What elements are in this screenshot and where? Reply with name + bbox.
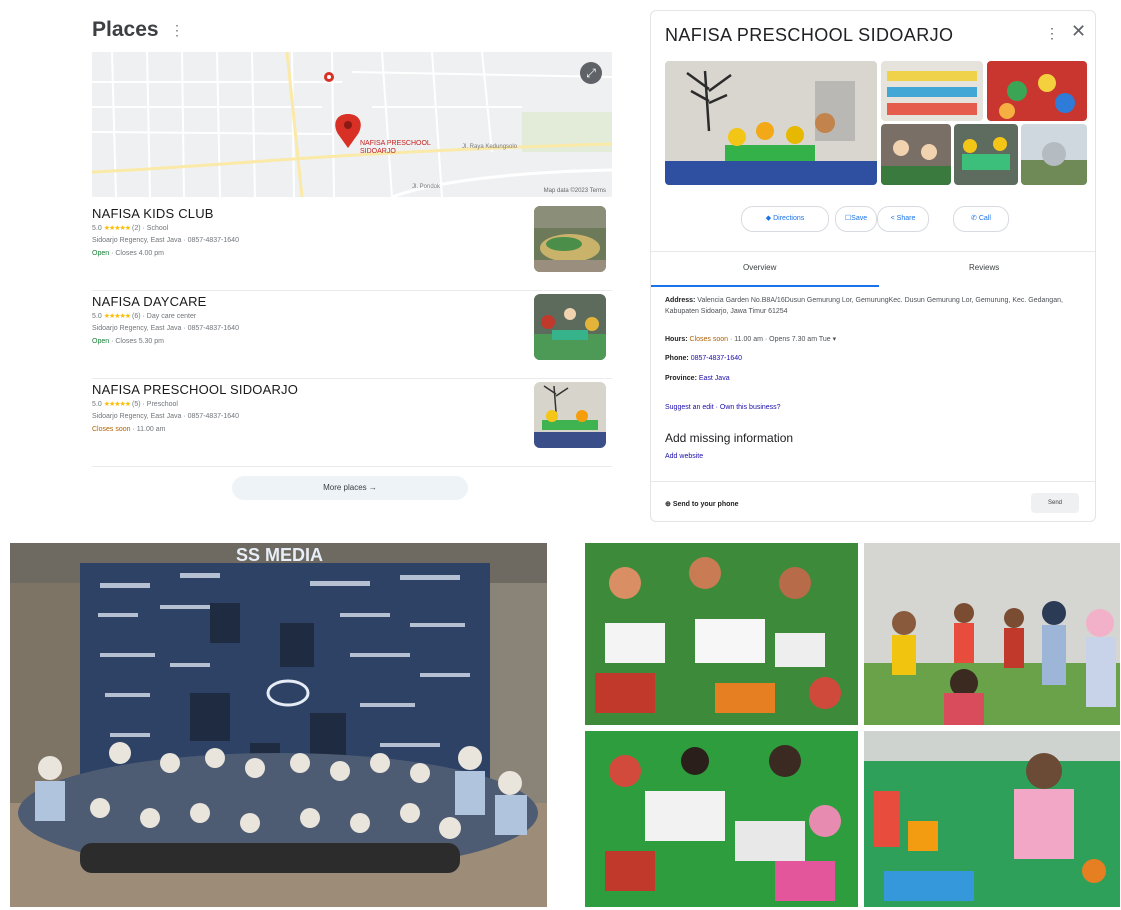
rating-stars: ★★★★★ <box>103 313 131 320</box>
place-name[interactable]: NAFISA DAYCARE <box>92 294 207 309</box>
business-photo[interactable] <box>881 124 951 185</box>
divider <box>651 481 1095 482</box>
business-photo[interactable] <box>954 124 1018 185</box>
knowledge-panel: NAFISA PRESCHOOL SIDOARJO ⋮ ✕ ◆ Directio… <box>650 10 1096 522</box>
phone-info: Phone: 0857-4837-1640 <box>665 355 743 362</box>
address-info: Address: Valencia Garden No.B8A/16Dusun … <box>665 297 1063 315</box>
place-thumbnail[interactable] <box>534 382 606 448</box>
place-name[interactable]: NAFISA KIDS CLUB <box>92 206 214 221</box>
more-options-icon[interactable]: ⋮ <box>170 22 184 39</box>
place-rating-row: 5.0 ★★★★★ (5) · Preschool <box>92 401 178 408</box>
divider <box>651 251 1095 252</box>
business-title: NAFISA PRESCHOOL SIDOARJO <box>665 25 954 45</box>
places-map[interactable]: NAFISA PRESCHOOL SIDOARJO ⤢ Jl. Raya Ked… <box>92 52 612 197</box>
place-hours: Open · Closes 4.00 pm <box>92 250 164 257</box>
save-button[interactable]: ☐Save <box>835 206 877 232</box>
share-button[interactable]: < Share <box>877 206 929 232</box>
group-photo: SS MEDIA <box>10 543 547 907</box>
share-icon: < <box>890 215 895 222</box>
place-item[interactable]: NAFISA DAYCARE 5.0 ★★★★★ (6) · Day care … <box>92 290 612 379</box>
place-hours: Open · Closes 5.30 pm <box>92 338 164 345</box>
suggest-edit-link[interactable]: Suggest an edit · Own this business? <box>665 402 1085 413</box>
province-link[interactable]: East Java <box>699 375 730 382</box>
expand-map-icon[interactable]: ⤢ <box>580 62 602 84</box>
place-address: Sidoarjo Regency, East Java · 0857-4837-… <box>92 413 239 420</box>
place-rating-row: 5.0 ★★★★★ (2) · School <box>92 225 169 232</box>
place-item[interactable]: NAFISA KIDS CLUB 5.0 ★★★★★ (2) · School … <box>92 202 612 291</box>
business-photo[interactable] <box>987 61 1087 121</box>
phone-link[interactable]: 0857-4837-1640 <box>691 355 742 362</box>
add-website-link[interactable]: Add website <box>665 453 703 460</box>
place-item[interactable]: NAFISA PRESCHOOL SIDOARJO 5.0 ★★★★★ (5) … <box>92 378 612 467</box>
collage-photo-painting <box>585 731 858 907</box>
send-to-phone-label[interactable]: ⊕ Send to your phone <box>665 500 739 508</box>
place-address: Sidoarjo Regency, East Java · 0857-4837-… <box>92 325 239 332</box>
close-icon[interactable]: ✕ <box>1071 21 1086 42</box>
place-name[interactable]: NAFISA PRESCHOOL SIDOARJO <box>92 382 298 397</box>
directions-button[interactable]: ◆ Directions <box>741 206 829 232</box>
places-panel: Places ⋮ NAFISA PRESCHOOL SIDOARJO ⤢ Jl.… <box>92 10 612 520</box>
activity-photo-collage <box>585 543 1120 907</box>
more-options-icon[interactable]: ⋮ <box>1045 25 1059 42</box>
active-tab-indicator <box>651 285 879 287</box>
add-missing-info-heading: Add missing information <box>665 431 794 445</box>
collage-photo-drawing <box>585 543 858 725</box>
map-roads <box>92 52 612 197</box>
province-info: Province: East Java <box>665 375 730 382</box>
collage-photo-play <box>864 731 1120 907</box>
rating-stars: ★★★★★ <box>103 225 131 232</box>
place-thumbnail[interactable] <box>534 206 606 272</box>
directions-icon: ◆ <box>765 215 772 222</box>
place-rating-row: 5.0 ★★★★★ (6) · Day care center <box>92 313 197 320</box>
phone-icon: ✆ <box>971 215 977 222</box>
send-button[interactable]: Send <box>1031 493 1079 513</box>
business-photo-main[interactable] <box>665 61 877 185</box>
place-hours: Closes soon · 11.00 am <box>92 426 166 433</box>
place-thumbnail[interactable] <box>534 294 606 360</box>
business-photo[interactable] <box>1021 124 1087 185</box>
map-street-label: Jl. Pondok <box>412 184 441 190</box>
rating-stars: ★★★★★ <box>103 401 131 408</box>
wall-brand-text: SS MEDIA <box>236 545 324 565</box>
map-footer[interactable]: Map data ©2023 Terms <box>544 188 606 194</box>
send-to-phone-icon: ⊕ <box>665 501 671 508</box>
call-button[interactable]: ✆ Call <box>953 206 1009 232</box>
more-places-button[interactable]: More places → <box>232 476 468 500</box>
tab-reviews[interactable]: Reviews <box>969 263 999 272</box>
collage-photo-circle-game <box>864 543 1120 725</box>
tab-overview[interactable]: Overview <box>743 263 776 272</box>
business-photo[interactable] <box>881 61 983 121</box>
map-street-label: Jl. Raya Kedungsolo <box>462 144 518 150</box>
map-pin-label: NAFISA PRESCHOOL SIDOARJO <box>360 140 431 155</box>
place-address: Sidoarjo Regency, East Java · 0857-4837-… <box>92 237 239 244</box>
places-title: Places <box>92 18 159 41</box>
hours-info[interactable]: Hours: Closes soon · 11.00 am · Opens 7.… <box>665 334 1085 345</box>
